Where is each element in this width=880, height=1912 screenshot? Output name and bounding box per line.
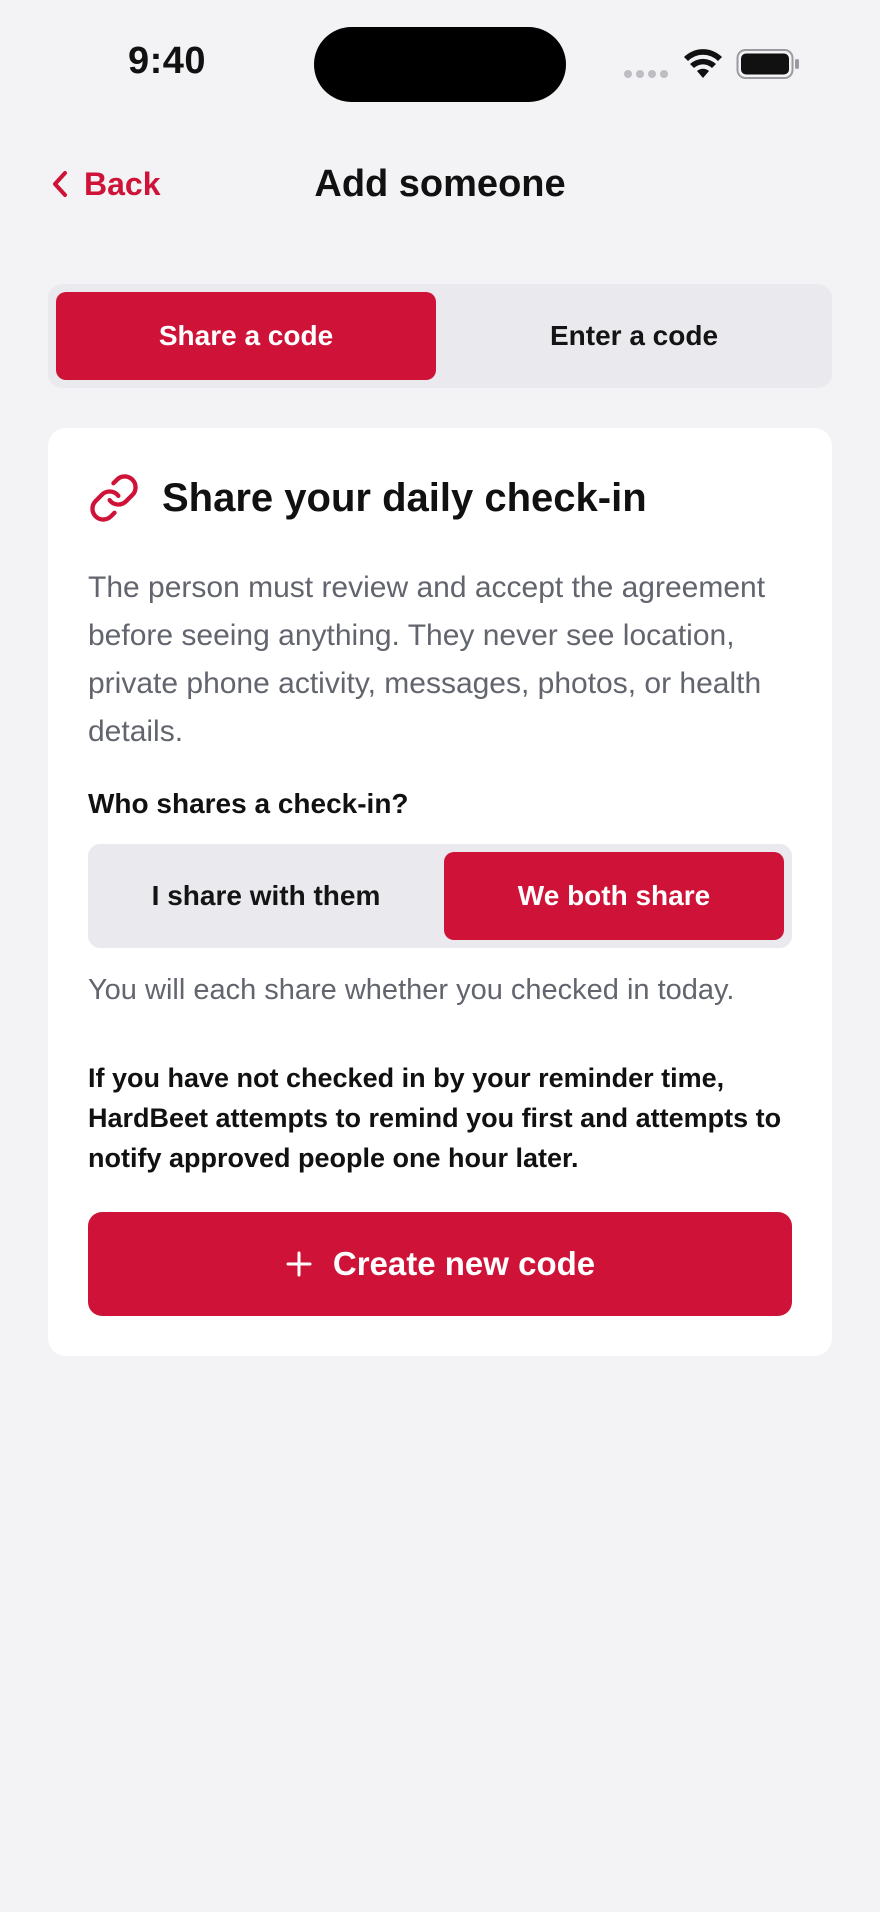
link-icon: [90, 474, 138, 522]
status-time: 9:40: [128, 40, 207, 82]
option-i-share-with-them[interactable]: I share with them: [96, 852, 436, 940]
create-new-code-button[interactable]: Create new code: [88, 1212, 792, 1316]
chevron-left-icon: [53, 171, 67, 197]
card-description: The person must review and accept the ag…: [88, 571, 766, 748]
share-question-heading: Who shares a check-in?: [88, 788, 409, 819]
share-mode-segmented-control: I share with them We both share: [88, 844, 792, 948]
card-title: Share your daily check-in: [162, 475, 647, 520]
option-we-both-share[interactable]: We both share: [444, 852, 784, 940]
back-label: Back: [84, 165, 161, 202]
card-header: Share your daily check-in: [88, 472, 647, 524]
share-checkin-card: Share your daily check-in The person mus…: [48, 428, 832, 1356]
back-button[interactable]: Back: [50, 158, 161, 210]
dynamic-island: [314, 27, 566, 102]
plus-icon: [286, 1251, 312, 1277]
reminder-note: If you have not checked in by your remin…: [88, 1063, 782, 1173]
share-caption: You will each share whether you checked …: [88, 974, 735, 1006]
tab-share-a-code[interactable]: Share a code: [56, 292, 436, 380]
wifi-icon: [684, 49, 722, 78]
status-bar: 9:40: [0, 0, 880, 130]
cellular-signal-icon: [624, 70, 668, 78]
create-new-code-label: Create new code: [332, 1245, 596, 1282]
battery-icon: [736, 49, 799, 79]
tab-enter-a-code[interactable]: Enter a code: [444, 292, 824, 380]
mode-segmented-control: Share a code Enter a code: [48, 284, 832, 388]
